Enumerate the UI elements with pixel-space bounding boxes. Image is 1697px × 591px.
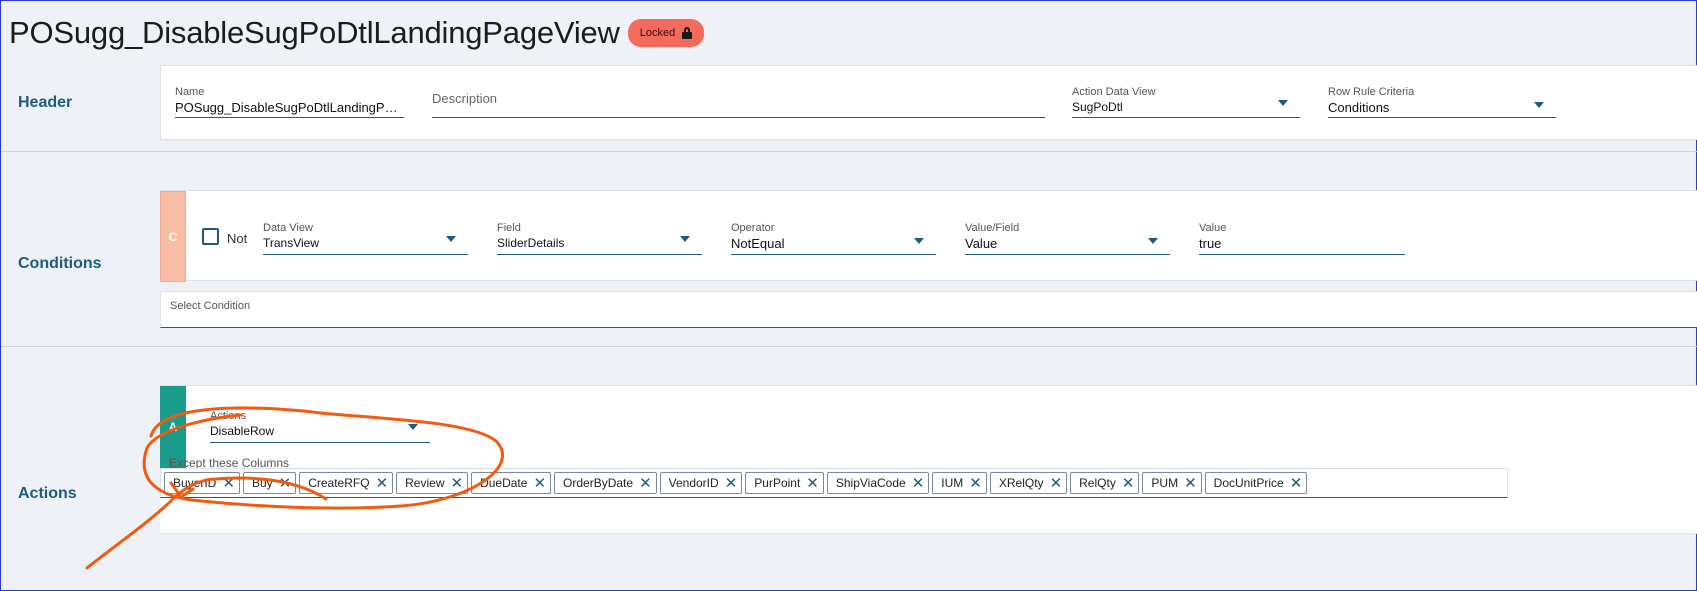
chevron-down-icon xyxy=(1278,100,1288,106)
value-field-value: Value xyxy=(965,236,998,251)
column-chip: IUM ✕ xyxy=(932,472,987,494)
data-view-value: TransView xyxy=(263,236,320,250)
value-field-select[interactable]: Value/Field Value xyxy=(965,222,1170,255)
column-chip: OrderByDate ✕ xyxy=(554,472,657,494)
close-icon[interactable]: ✕ xyxy=(222,476,235,491)
conditions-section: Conditions C Not Data View TransView Fie… xyxy=(1,151,1697,346)
chevron-down-icon xyxy=(408,424,418,430)
value-input-value: true xyxy=(1199,236,1222,251)
column-chip: VendorID ✕ xyxy=(659,472,743,494)
column-chip-label: Buy xyxy=(251,476,273,490)
description-field[interactable]: Description xyxy=(432,90,1045,118)
lock-icon xyxy=(682,27,693,39)
column-chip-label: XRelQty xyxy=(998,476,1044,490)
actions-select[interactable]: Actions DisableRow xyxy=(210,410,430,443)
close-icon[interactable]: ✕ xyxy=(639,476,652,491)
row-rule-criteria-value: Conditions xyxy=(1328,100,1390,115)
data-view-select[interactable]: Data View TransView xyxy=(263,222,468,255)
chevron-down-icon xyxy=(680,236,690,242)
condition-card: C Not Data View TransView Field SliderDe… xyxy=(160,190,1697,282)
column-chip-label: ShipViaCode xyxy=(835,476,906,490)
name-field-value: POSugg_DisableSugPoDtlLandingPag... xyxy=(175,100,401,115)
column-chip-label: RelQty xyxy=(1079,476,1116,490)
column-chip-label: BuyerID xyxy=(173,476,217,490)
column-chip-label: PUM xyxy=(1151,476,1179,490)
close-icon[interactable]: ✕ xyxy=(451,476,464,491)
column-chip: DueDate ✕ xyxy=(471,472,552,494)
row-rule-criteria-label: Row Rule Criteria xyxy=(1328,86,1415,98)
field-value: SliderDetails xyxy=(497,236,565,250)
actions-field-value: DisableRow xyxy=(210,424,275,438)
column-chip: PurPoint ✕ xyxy=(745,472,824,494)
column-chip-label: PurPoint xyxy=(754,476,801,490)
column-chip: CreateRFQ ✕ xyxy=(299,472,394,494)
value-label: Value xyxy=(1199,222,1227,234)
chevron-down-icon xyxy=(1534,102,1544,108)
page-title: POSugg_DisableSugPoDtlLandingPageView xyxy=(9,15,620,50)
description-placeholder: Description xyxy=(432,91,498,106)
close-icon[interactable]: ✕ xyxy=(1050,476,1063,491)
name-field-label: Name xyxy=(175,86,205,98)
column-chip: Buy ✕ xyxy=(242,472,297,494)
action-data-view-select[interactable]: Action Data View SugPoDtl xyxy=(1072,86,1300,118)
action-data-view-label: Action Data View xyxy=(1072,86,1156,98)
column-chip: BuyerID ✕ xyxy=(164,472,240,494)
actions-field-label: Actions xyxy=(210,410,247,422)
conditions-section-label: Conditions xyxy=(18,255,102,272)
row-rule-criteria-select[interactable]: Row Rule Criteria Conditions xyxy=(1328,86,1556,118)
column-chip: XRelQty ✕ xyxy=(989,472,1068,494)
operator-value: NotEqual xyxy=(731,236,785,251)
column-chip-label: OrderByDate xyxy=(563,476,634,490)
column-chip-label: Review xyxy=(405,476,445,490)
locked-badge: Locked xyxy=(627,19,705,47)
header-card: Name POSugg_DisableSugPoDtlLandingPag...… xyxy=(160,65,1697,140)
select-condition-field[interactable]: Select Condition xyxy=(160,291,1697,328)
value-field-label: Value/Field xyxy=(965,222,1020,234)
close-icon[interactable]: ✕ xyxy=(279,476,292,491)
not-label: Not xyxy=(227,231,248,246)
action-card: A Actions DisableRow Except these Column… xyxy=(160,385,1697,534)
actions-section-label: Actions xyxy=(18,485,77,502)
chevron-down-icon xyxy=(1148,238,1158,244)
value-input[interactable]: Value true xyxy=(1199,222,1405,255)
badge-label: Locked xyxy=(639,27,676,39)
column-chip-list: BuyerID ✕ Buy ✕ CreateRFQ ✕ Review ✕ DueDate ✕ Ord… xyxy=(164,472,1308,494)
column-chip-label: VendorID xyxy=(668,476,719,490)
not-checkbox[interactable] xyxy=(202,228,219,245)
chevron-down-icon xyxy=(446,236,456,242)
header-section-label: Header xyxy=(18,94,73,111)
chevron-down-icon xyxy=(914,238,924,244)
field-label: Field xyxy=(497,222,521,234)
close-icon[interactable]: ✕ xyxy=(969,476,982,491)
close-icon[interactable]: ✕ xyxy=(1184,476,1197,491)
except-columns-input[interactable]: BuyerID ✕ Buy ✕ CreateRFQ ✕ Review ✕ DueDate ✕ Ord… xyxy=(160,468,1508,498)
operator-select[interactable]: Operator NotEqual xyxy=(731,222,936,255)
operator-label: Operator xyxy=(731,222,775,234)
close-icon[interactable]: ✕ xyxy=(1290,476,1303,491)
close-icon[interactable]: ✕ xyxy=(533,476,546,491)
close-icon[interactable]: ✕ xyxy=(1122,476,1135,491)
column-chip: ShipViaCode ✕ xyxy=(826,472,930,494)
column-chip-label: DocUnitPrice xyxy=(1213,476,1284,490)
data-view-label: Data View xyxy=(263,222,313,234)
column-chip: PUM ✕ xyxy=(1142,472,1202,494)
actions-section: Actions A Actions DisableRow Except thes… xyxy=(1,346,1697,591)
header-section: Header Name POSugg_DisableSugPoDtlLandin… xyxy=(1,64,1697,151)
select-condition-label: Select Condition xyxy=(170,300,251,312)
column-chip-label: CreateRFQ xyxy=(308,476,370,490)
field-select[interactable]: Field SliderDetails xyxy=(497,222,702,255)
column-chip: DocUnitPrice ✕ xyxy=(1204,472,1308,494)
action-data-view-value: SugPoDtl xyxy=(1072,100,1123,114)
close-icon[interactable]: ✕ xyxy=(806,476,819,491)
name-field[interactable]: Name POSugg_DisableSugPoDtlLandingPag... xyxy=(175,86,404,118)
column-chip: RelQty ✕ xyxy=(1070,472,1140,494)
column-chip-label: IUM xyxy=(941,476,964,490)
close-icon[interactable]: ✕ xyxy=(725,476,738,491)
condition-tag: C xyxy=(160,191,186,282)
title-row: POSugg_DisableSugPoDtlLandingPageView Lo… xyxy=(9,15,705,51)
close-icon[interactable]: ✕ xyxy=(912,476,925,491)
close-icon[interactable]: ✕ xyxy=(376,476,389,491)
column-chip-label: DueDate xyxy=(480,476,528,490)
column-chip: Review ✕ xyxy=(396,472,469,494)
